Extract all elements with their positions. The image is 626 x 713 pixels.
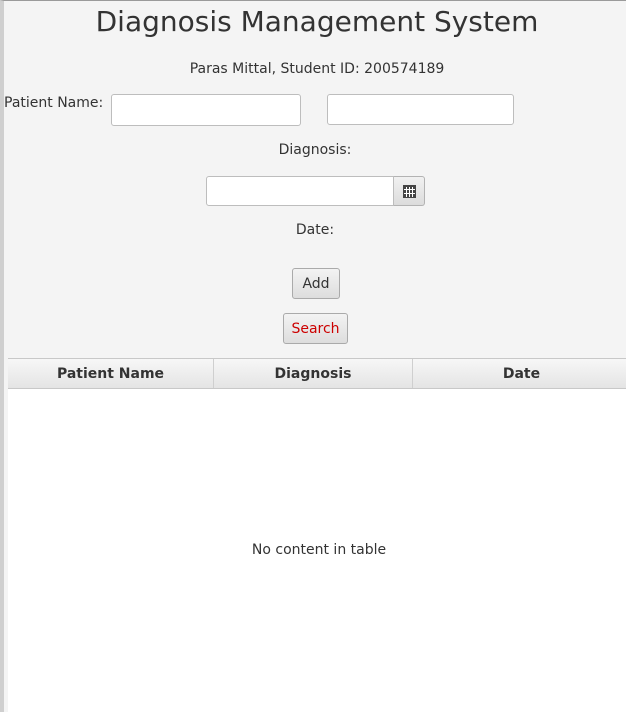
calendar-icon <box>402 184 416 198</box>
diagnosis-input[interactable] <box>327 94 514 125</box>
table-header: Patient Name Diagnosis Date <box>8 359 626 389</box>
app-window: Diagnosis Management System Paras Mittal… <box>0 0 626 713</box>
search-button[interactable]: Search <box>283 313 348 344</box>
patient-name-label: Patient Name: <box>4 95 104 111</box>
diagnosis-table[interactable]: Patient Name Diagnosis Date No content i… <box>8 358 626 713</box>
student-info: Paras Mittal, Student ID: 200574189 <box>189 61 445 77</box>
add-button[interactable]: Add <box>292 268 340 299</box>
app-title: Diagnosis Management System <box>95 5 539 38</box>
column-header-date[interactable]: Date <box>413 359 626 388</box>
column-header-diagnosis[interactable]: Diagnosis <box>214 359 413 388</box>
date-input[interactable] <box>206 176 394 206</box>
column-header-patient-name[interactable]: Patient Name <box>8 359 214 388</box>
diagnosis-label: Diagnosis: <box>278 142 352 158</box>
table-empty-message: No content in table <box>251 542 387 558</box>
date-picker-button[interactable] <box>394 176 425 206</box>
date-label: Date: <box>295 222 335 238</box>
patient-name-input[interactable] <box>111 94 301 126</box>
